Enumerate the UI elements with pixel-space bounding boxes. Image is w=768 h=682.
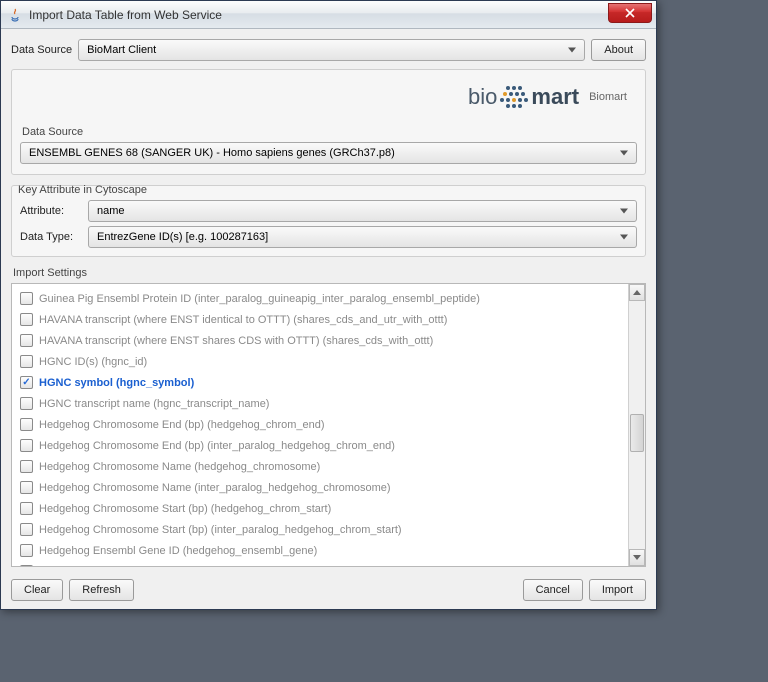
list-item-label: Hedgehog Chromosome Name (hedgehog_chrom… bbox=[39, 461, 320, 473]
checkbox[interactable] bbox=[20, 355, 33, 368]
key-attr-group-label: Key Attribute in Cytoscape bbox=[18, 184, 637, 196]
data-type-value: EntrezGene ID(s) [e.g. 100287163] bbox=[97, 231, 268, 243]
checkbox[interactable] bbox=[20, 376, 33, 389]
list-item-label: Hedgehog Chromosome Name (inter_paralog_… bbox=[39, 482, 391, 494]
list-item-label: HGNC ID(s) (hgnc_id) bbox=[39, 356, 147, 368]
checkbox[interactable] bbox=[20, 292, 33, 305]
list-item[interactable]: Hedgehog Chromosome Name (inter_paralog_… bbox=[14, 477, 626, 498]
refresh-label: Refresh bbox=[82, 584, 121, 596]
list-item[interactable]: Hedgehog Ensembl Gene ID (inter_paralog_… bbox=[14, 561, 626, 566]
dataset-value: ENSEMBL GENES 68 (SANGER UK) - Homo sapi… bbox=[29, 147, 395, 159]
list-item[interactable]: Hedgehog Chromosome End (bp) (inter_para… bbox=[14, 435, 626, 456]
list-item[interactable]: Hedgehog Chromosome Start (bp) (hedgehog… bbox=[14, 498, 626, 519]
data-type-combo[interactable]: EntrezGene ID(s) [e.g. 100287163] bbox=[88, 226, 637, 248]
data-source-top-row: Data Source BioMart Client About bbox=[11, 39, 646, 61]
close-icon bbox=[625, 8, 635, 18]
list-item[interactable]: Hedgehog Ensembl Gene ID (hedgehog_ensem… bbox=[14, 540, 626, 561]
list-item-label: HAVANA transcript (where ENST identical … bbox=[39, 314, 447, 326]
import-settings-label: Import Settings bbox=[13, 267, 646, 279]
checkbox[interactable] bbox=[20, 502, 33, 515]
chevron-down-icon bbox=[633, 555, 641, 560]
dialog-body: Data Source BioMart Client About bio bbox=[1, 29, 656, 609]
list-item[interactable]: HGNC symbol (hgnc_symbol) bbox=[14, 372, 626, 393]
attribute-value: name bbox=[97, 205, 125, 217]
scroll-down-button[interactable] bbox=[629, 549, 645, 566]
clear-button[interactable]: Clear bbox=[11, 579, 63, 601]
list-item-label: Hedgehog Chromosome Start (bp) (hedgehog… bbox=[39, 503, 331, 515]
checkbox[interactable] bbox=[20, 460, 33, 473]
chevron-up-icon bbox=[633, 290, 641, 295]
vertical-scrollbar[interactable] bbox=[628, 284, 645, 566]
data-source-combo[interactable]: BioMart Client bbox=[78, 39, 585, 61]
biomart-dots-icon bbox=[499, 82, 529, 112]
refresh-button[interactable]: Refresh bbox=[69, 579, 134, 601]
cancel-button[interactable]: Cancel bbox=[523, 579, 583, 601]
dataset-combo[interactable]: ENSEMBL GENES 68 (SANGER UK) - Homo sapi… bbox=[20, 142, 637, 164]
close-button[interactable] bbox=[608, 3, 652, 23]
about-button[interactable]: About bbox=[591, 39, 646, 61]
clear-label: Clear bbox=[24, 584, 50, 596]
checkbox[interactable] bbox=[20, 334, 33, 347]
scroll-thumb[interactable] bbox=[630, 414, 644, 452]
checkbox[interactable] bbox=[20, 439, 33, 452]
data-source-label: Data Source bbox=[11, 44, 72, 56]
list-item-label: Hedgehog Chromosome End (bp) (inter_para… bbox=[39, 440, 395, 452]
key-attribute-panel: Key Attribute in Cytoscape Attribute: na… bbox=[11, 185, 646, 257]
checkbox[interactable] bbox=[20, 481, 33, 494]
scroll-up-button[interactable] bbox=[629, 284, 645, 301]
list-item[interactable]: HGNC ID(s) (hgnc_id) bbox=[14, 351, 626, 372]
checkbox[interactable] bbox=[20, 565, 33, 566]
data-type-label: Data Type: bbox=[20, 231, 82, 243]
list-item[interactable]: HAVANA transcript (where ENST shares CDS… bbox=[14, 330, 626, 351]
window-title: Import Data Table from Web Service bbox=[29, 8, 222, 22]
checkbox[interactable] bbox=[20, 523, 33, 536]
logo-subtitle: Biomart bbox=[589, 91, 627, 103]
list-item-label: Hedgehog Ensembl Gene ID (inter_paralog_… bbox=[39, 566, 388, 567]
logo-text-left: bio bbox=[468, 84, 497, 110]
import-button[interactable]: Import bbox=[589, 579, 646, 601]
logo-text-right: mart bbox=[531, 84, 579, 110]
data-source-value: BioMart Client bbox=[87, 44, 156, 56]
datasource-panel: bio mart Biomart Data Source ENSEMBL GEN… bbox=[11, 69, 646, 175]
checkbox[interactable] bbox=[20, 313, 33, 326]
list-item[interactable]: Hedgehog Chromosome End (bp) (hedgehog_c… bbox=[14, 414, 626, 435]
list-item-label: Hedgehog Chromosome Start (bp) (inter_pa… bbox=[39, 524, 402, 536]
list-item-label: Hedgehog Ensembl Gene ID (hedgehog_ensem… bbox=[39, 545, 317, 557]
list-scroll-area: Guinea Pig Ensembl Protein ID (inter_par… bbox=[12, 284, 628, 566]
attribute-combo[interactable]: name bbox=[88, 200, 637, 222]
list-item-label: Hedgehog Chromosome End (bp) (hedgehog_c… bbox=[39, 419, 325, 431]
list-item[interactable]: Hedgehog Chromosome Name (hedgehog_chrom… bbox=[14, 456, 626, 477]
checkbox[interactable] bbox=[20, 397, 33, 410]
about-label: About bbox=[604, 44, 633, 56]
import-label: Import bbox=[602, 584, 633, 596]
list-item[interactable]: HAVANA transcript (where ENST identical … bbox=[14, 309, 626, 330]
attribute-label: Attribute: bbox=[20, 205, 82, 217]
list-item-label: Guinea Pig Ensembl Protein ID (inter_par… bbox=[39, 293, 480, 305]
title-bar: Import Data Table from Web Service bbox=[1, 1, 656, 29]
checkbox[interactable] bbox=[20, 544, 33, 557]
list-item[interactable]: Guinea Pig Ensembl Protein ID (inter_par… bbox=[14, 288, 626, 309]
java-icon bbox=[7, 7, 23, 23]
dialog-footer: Clear Refresh Cancel Import bbox=[11, 579, 646, 601]
dialog-window: Import Data Table from Web Service Data … bbox=[0, 0, 657, 610]
list-item[interactable]: Hedgehog Chromosome Start (bp) (inter_pa… bbox=[14, 519, 626, 540]
list-item-label: HAVANA transcript (where ENST shares CDS… bbox=[39, 335, 433, 347]
cancel-label: Cancel bbox=[536, 584, 570, 596]
checkbox[interactable] bbox=[20, 418, 33, 431]
list-item-label: HGNC transcript name (hgnc_transcript_na… bbox=[39, 398, 269, 410]
biomart-logo-row: bio mart Biomart bbox=[20, 78, 637, 122]
import-settings-list: Guinea Pig Ensembl Protein ID (inter_par… bbox=[11, 283, 646, 567]
data-source-group-label: Data Source bbox=[22, 126, 637, 138]
list-item-label: HGNC symbol (hgnc_symbol) bbox=[39, 377, 194, 389]
biomart-logo: bio mart bbox=[468, 82, 579, 112]
list-item[interactable]: HGNC transcript name (hgnc_transcript_na… bbox=[14, 393, 626, 414]
